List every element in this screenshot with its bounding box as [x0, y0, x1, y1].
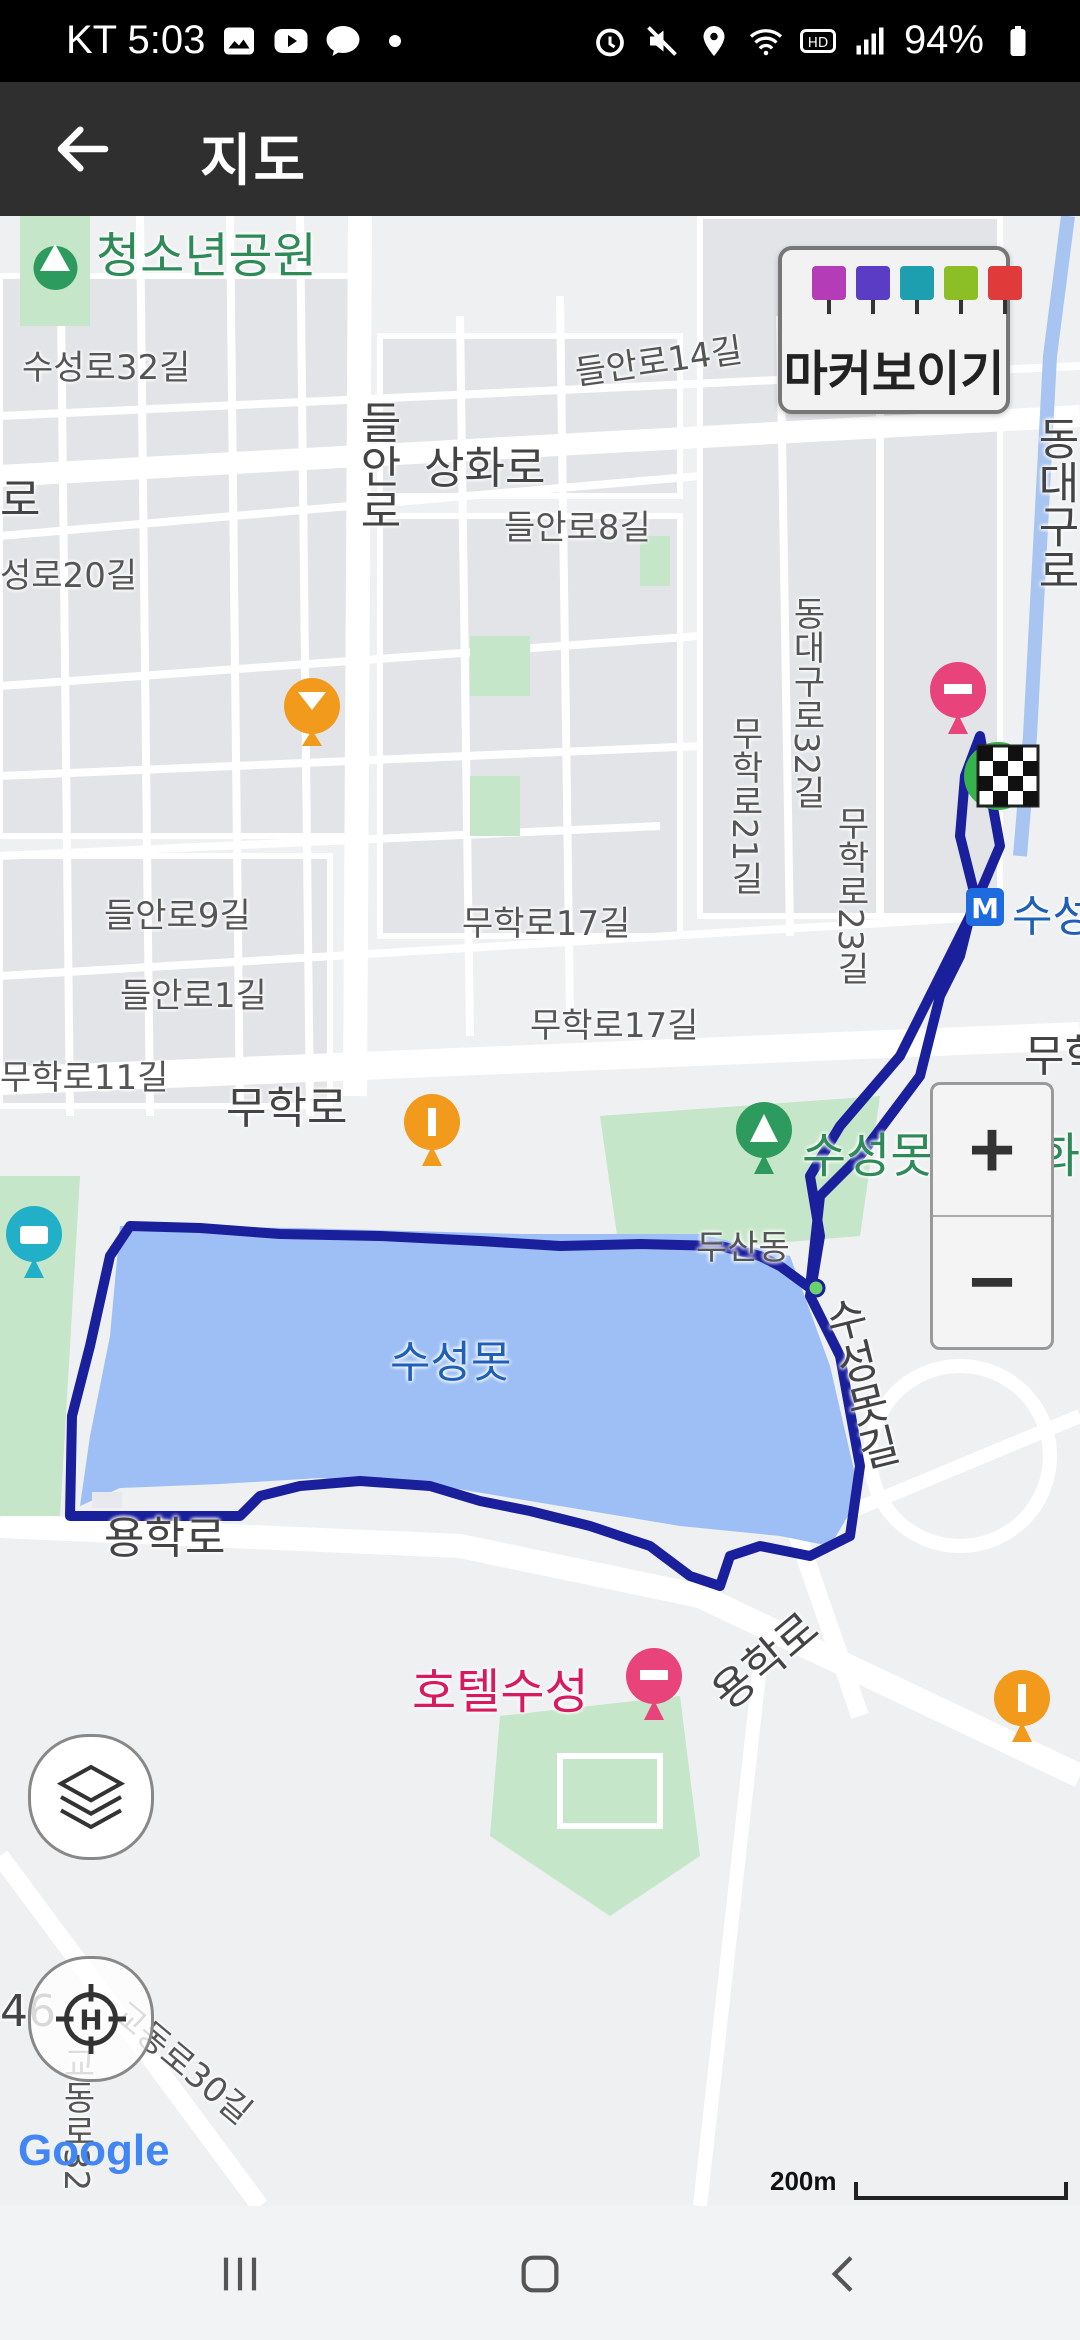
- park-block: [470, 636, 530, 696]
- pin-restaurant-1: [404, 1094, 460, 1166]
- battery-percent: 94%: [903, 18, 984, 62]
- app-header: 지도: [0, 82, 1080, 216]
- label-street: 들안로8길: [504, 508, 651, 548]
- wifi-icon: [749, 28, 783, 55]
- location-icon: [703, 25, 725, 56]
- status-left: KT 5:03: [66, 18, 413, 63]
- scale-label: 200m: [770, 2166, 837, 2196]
- label-street: 무학로17길: [462, 904, 631, 944]
- label-area: 두산동: [696, 1228, 790, 1268]
- layers-icon: [56, 1764, 126, 1830]
- zoom-controls: + −: [930, 1082, 1054, 1350]
- status-right: HD 94%: [592, 18, 1036, 63]
- label-suseongmot-park: 수성못: [802, 1128, 935, 1184]
- label-street: 수성로32길: [22, 348, 191, 388]
- label-youth-park: 청소년공원: [96, 228, 317, 284]
- alert-marker-icon: [988, 266, 1022, 314]
- gallery-icon: [224, 27, 255, 54]
- finish-flag-marker: [964, 742, 1040, 810]
- layers-button[interactable]: [28, 1734, 154, 1860]
- signal-icon: [856, 27, 884, 54]
- dot-icon: [389, 34, 402, 47]
- zoom-out-button[interactable]: −: [933, 1217, 1051, 1347]
- zoom-in-button[interactable]: +: [933, 1085, 1051, 1215]
- alarm-icon: [596, 28, 624, 56]
- label-street: 들안로: [351, 400, 402, 532]
- label-street: 로: [0, 475, 41, 526]
- svg-text:H: H: [79, 2004, 102, 2037]
- map-view[interactable]: M 청소년공원 수성로32길 들안로14길 들안로 상화로 로 들안로8길 성로…: [0, 216, 1080, 2206]
- label-street: 들안로9길: [104, 896, 251, 936]
- my-location-button[interactable]: H: [28, 1956, 154, 2082]
- back-nav-icon[interactable]: [816, 2246, 872, 2302]
- route-start-dot: [806, 1278, 826, 1298]
- label-street: 무학로17길: [530, 1006, 699, 1046]
- camera-marker-icon: [812, 266, 846, 314]
- mute-icon: [647, 25, 677, 56]
- youtube-icon: [274, 28, 308, 53]
- svg-text:M: M: [971, 892, 999, 925]
- voice-marker-icon: [900, 266, 934, 314]
- home-icon[interactable]: [512, 2246, 568, 2302]
- scale-bar: [854, 2182, 1068, 2200]
- label-hotel: 호텔수성: [412, 1664, 589, 1720]
- label-subway: 수성: [1012, 891, 1080, 942]
- label-street: 상화로: [424, 443, 546, 494]
- label-street: 동대구로: [1029, 416, 1080, 592]
- subway-icon: M: [966, 888, 1004, 926]
- road-deulan: [343, 216, 372, 1097]
- label-street: 무학로23길: [830, 806, 870, 986]
- recent-apps-icon[interactable]: [212, 2246, 268, 2302]
- hd-icon: HD: [799, 28, 836, 53]
- label-lake: 수성못: [390, 1337, 512, 1388]
- status-bar: KT 5:03 HD 94%: [0, 0, 1080, 82]
- label-street: 동대구로32길: [786, 596, 826, 810]
- video-marker-icon: [856, 266, 890, 314]
- system-nav-bar: [0, 2206, 1080, 2340]
- label-street: 용학로: [104, 1513, 226, 1564]
- kakaotalk-icon: [326, 25, 360, 56]
- park-hotel: [490, 1696, 700, 1916]
- label-street: 무학: [1024, 1031, 1080, 1082]
- memo-marker-icon: [944, 266, 978, 314]
- show-markers-button[interactable]: 마커보이기: [778, 246, 1022, 414]
- label-street: 성로20길: [0, 556, 138, 596]
- google-logo-text: Google: [18, 2126, 170, 2175]
- marker-flags: [812, 266, 1022, 314]
- label-street: 무학로: [226, 1083, 348, 1134]
- google-logo: Google: [18, 2126, 170, 2176]
- page-title: 지도: [200, 129, 308, 192]
- battery-icon: [1010, 25, 1026, 56]
- map-scale: 200m: [770, 2166, 1068, 2200]
- status-time: KT 5:03: [66, 18, 206, 62]
- crosshair-icon: H: [56, 1984, 126, 2054]
- label-street: 무학로21길: [724, 716, 764, 896]
- label-street: 들안로1길: [120, 976, 267, 1016]
- label-street: 무학로11길: [0, 1058, 169, 1098]
- svg-text:HD: HD: [808, 35, 829, 51]
- show-markers-label: 마커보이기: [783, 346, 1005, 402]
- back-arrow-icon[interactable]: [50, 116, 116, 182]
